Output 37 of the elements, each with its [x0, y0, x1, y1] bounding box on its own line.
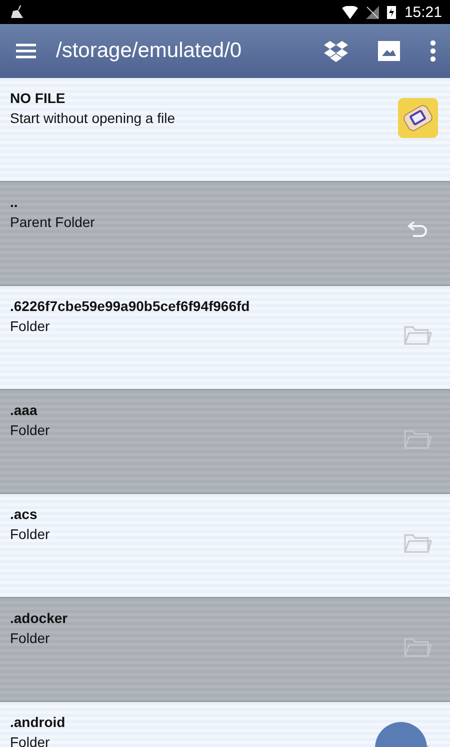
no-signal-icon: [366, 6, 380, 18]
folder-icon: [404, 428, 432, 450]
file-list-item[interactable]: .android Folder: [0, 702, 450, 747]
file-name: .aaa: [10, 402, 38, 418]
file-name: .6226f7cbe59e99a90b5cef6f94f966fd: [10, 298, 251, 314]
undo-arrow-icon: [407, 220, 429, 238]
file-description: Start without opening a file: [10, 110, 176, 126]
cleaner-icon: [10, 5, 24, 19]
file-list-item[interactable]: .acs Folder: [0, 494, 450, 598]
file-name: .adocker: [10, 610, 69, 626]
folder-path-title: /storage/emulated/0: [56, 39, 243, 63]
file-name: ..: [10, 194, 19, 210]
file-list-item[interactable]: NO FILE Start without opening a file: [0, 78, 450, 182]
file-list-item[interactable]: .adocker Folder: [0, 598, 450, 702]
file-name: .acs: [10, 506, 38, 522]
image-button[interactable]: [378, 41, 400, 61]
menu-button[interactable]: [16, 43, 36, 59]
file-description: Folder: [10, 526, 51, 542]
folder-icon: [404, 636, 432, 658]
file-list-item[interactable]: .. Parent Folder: [0, 182, 450, 286]
file-list-item[interactable]: .6226f7cbe59e99a90b5cef6f94f966fd Folder: [0, 286, 450, 390]
clock-time: 15:21: [404, 4, 442, 20]
game-console-icon: [398, 98, 438, 138]
file-name: .android: [10, 714, 66, 730]
file-description: Folder: [10, 318, 51, 334]
battery-icon: [387, 5, 396, 19]
file-description: Folder: [10, 422, 51, 438]
folder-icon: [404, 532, 432, 554]
file-description: Parent Folder: [10, 214, 96, 230]
file-name: NO FILE: [10, 90, 66, 106]
dropbox-button[interactable]: [324, 40, 348, 62]
file-list-item[interactable]: .aaa Folder: [0, 390, 450, 494]
file-description: Folder: [10, 734, 51, 747]
file-description: Folder: [10, 630, 51, 646]
folder-icon: [404, 324, 432, 346]
wifi-icon: [342, 6, 358, 18]
more-options-button[interactable]: [430, 40, 436, 62]
